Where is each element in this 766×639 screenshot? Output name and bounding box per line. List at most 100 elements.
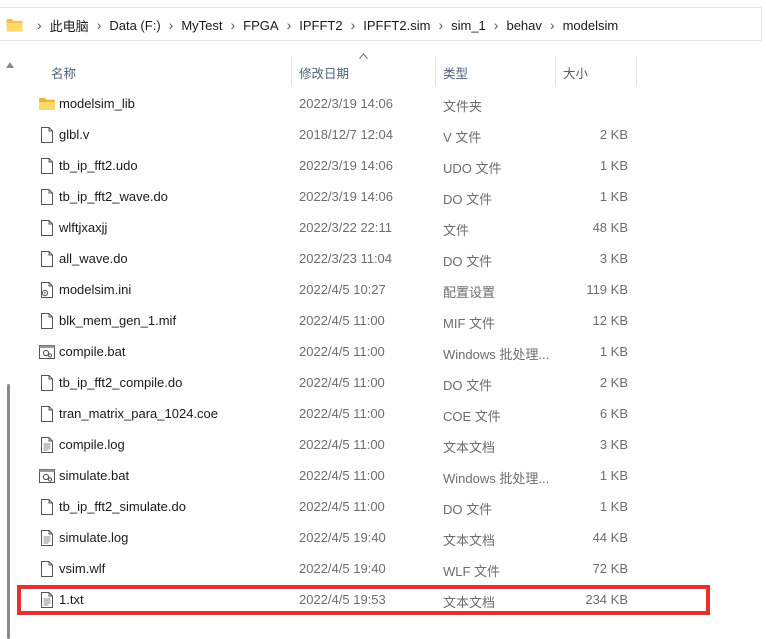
- file-name[interactable]: modelsim_lib: [59, 96, 135, 111]
- breadcrumb-item-ipfft2[interactable]: IPFFT2: [299, 18, 342, 33]
- breadcrumb-item-this-pc[interactable]: 此电脑: [50, 16, 89, 35]
- column-divider[interactable]: [555, 56, 556, 86]
- address-bar[interactable]: › 此电脑 › Data (F:) › MyTest › FPGA › IPFF…: [0, 0, 766, 48]
- file-size: 1 KB: [599, 344, 628, 359]
- chevron-right-icon: ›: [37, 17, 42, 33]
- chevron-right-icon[interactable]: ›: [231, 15, 236, 35]
- file-type: 文本文档: [443, 440, 496, 455]
- chevron-right-icon[interactable]: ›: [287, 15, 292, 35]
- column-header-size[interactable]: 大小: [563, 63, 588, 82]
- file-date: 2022/3/23 11:04: [299, 251, 393, 266]
- breadcrumb-item-fpga[interactable]: FPGA: [243, 18, 278, 33]
- file-date: 2022/4/5 19:40: [299, 530, 386, 545]
- file-type: UDO 文件: [443, 161, 502, 176]
- file-name[interactable]: wlftjxaxjj: [59, 220, 107, 235]
- file-name[interactable]: tb_ip_fft2.udo: [59, 158, 138, 173]
- file-size: 3 KB: [599, 251, 628, 266]
- file-type: 配置设置: [443, 285, 496, 300]
- file-type: DO 文件: [443, 192, 493, 207]
- file-size: 3 KB: [599, 437, 628, 452]
- folder-icon: [38, 95, 56, 113]
- file-row[interactable]: tb_ip_fft2_simulate.do 2022/4/5 11:00 DO 文…: [20, 491, 640, 522]
- batch-file-icon: [38, 467, 56, 485]
- highlight-annotation-box: [17, 585, 710, 615]
- file-size: 48 KB: [592, 220, 628, 235]
- file-row[interactable]: simulate.bat 2022/4/5 11:00 Windows 批处理...…: [20, 460, 640, 491]
- file-size: 1 KB: [599, 189, 628, 204]
- chevron-right-icon[interactable]: ›: [97, 15, 102, 35]
- file-row[interactable]: tb_ip_fft2.udo 2022/3/19 14:06 UDO 文件 1 KB: [20, 150, 640, 181]
- file-name[interactable]: tran_matrix_para_1024.coe: [59, 406, 218, 421]
- scroll-up-arrow-icon[interactable]: [6, 62, 14, 68]
- chevron-right-icon[interactable]: ›: [438, 15, 443, 35]
- chevron-right-icon[interactable]: ›: [351, 15, 356, 35]
- file-date: 2022/4/5 11:00: [299, 468, 385, 483]
- file-date: 2022/4/5 11:00: [299, 437, 385, 452]
- column-divider[interactable]: [636, 56, 637, 86]
- file-row[interactable]: blk_mem_gen_1.mif 2022/4/5 11:00 MIF 文件 12 …: [20, 305, 640, 336]
- file-type: 文本文档: [443, 533, 496, 548]
- file-row[interactable]: glbl.v 2018/12/7 12:04 V 文件 2 KB: [20, 119, 640, 150]
- text-file-icon: [38, 436, 56, 454]
- file-row[interactable]: simulate.log 2022/4/5 19:40 文本文档 44 KB: [20, 522, 640, 553]
- file-date: 2022/4/5 11:00: [299, 406, 385, 421]
- file-row[interactable]: tb_ip_fft2_compile.do 2022/4/5 11:00 DO 文件…: [20, 367, 640, 398]
- breadcrumb-item-sim-1[interactable]: sim_1: [451, 18, 486, 33]
- chevron-right-icon[interactable]: ›: [494, 15, 499, 35]
- breadcrumb-item-ipfft2-sim[interactable]: IPFFT2.sim: [363, 18, 430, 33]
- breadcrumb-item-data-drive[interactable]: Data (F:): [109, 18, 160, 33]
- file-date: 2022/4/5 11:00: [299, 313, 385, 328]
- file-row[interactable]: modelsim_lib 2022/3/19 14:06 文件夹: [20, 88, 640, 119]
- file-size: 1 KB: [599, 468, 628, 483]
- settings-file-icon: [38, 281, 56, 299]
- file-type: 文件: [443, 223, 470, 238]
- file-name[interactable]: tb_ip_fft2_compile.do: [59, 375, 182, 390]
- file-row[interactable]: modelsim.ini 2022/4/5 10:27 配置设置 119 KB: [20, 274, 640, 305]
- file-row[interactable]: tb_ip_fft2_wave.do 2022/3/19 14:06 DO 文件 1 …: [20, 181, 640, 212]
- file-size: 12 KB: [592, 313, 628, 328]
- file-row[interactable]: tran_matrix_para_1024.coe 2022/4/5 11:00 C…: [20, 398, 640, 429]
- file-name[interactable]: tb_ip_fft2_simulate.do: [59, 499, 186, 514]
- file-name[interactable]: blk_mem_gen_1.mif: [59, 313, 176, 328]
- file-type: DO 文件: [443, 254, 493, 269]
- column-header-date[interactable]: 修改日期: [299, 63, 349, 82]
- file-icon: [38, 498, 56, 516]
- file-icon: [38, 560, 56, 578]
- file-name[interactable]: tb_ip_fft2_wave.do: [59, 189, 168, 204]
- file-name[interactable]: compile.log: [59, 437, 125, 452]
- breadcrumb-item-modelsim[interactable]: modelsim: [563, 18, 619, 33]
- file-size: 72 KB: [592, 561, 628, 576]
- chevron-right-icon[interactable]: ›: [550, 15, 555, 35]
- column-divider[interactable]: [435, 56, 436, 86]
- file-size: 6 KB: [599, 406, 628, 421]
- file-name[interactable]: modelsim.ini: [59, 282, 131, 297]
- file-icon: [38, 219, 56, 237]
- scrollbar-thumb[interactable]: [7, 384, 10, 639]
- file-row[interactable]: all_wave.do 2022/3/23 11:04 DO 文件 3 KB: [20, 243, 640, 274]
- column-header-name[interactable]: 名称: [51, 63, 76, 82]
- file-row[interactable]: wlftjxaxjj 2022/3/22 22:11 文件 48 KB: [20, 212, 640, 243]
- vertical-scrollbar[interactable]: [0, 48, 20, 639]
- breadcrumb-item-mytest[interactable]: MyTest: [181, 18, 222, 33]
- file-type: V 文件: [443, 130, 482, 145]
- file-icon: [38, 188, 56, 206]
- file-date: 2022/4/5 19:40: [299, 561, 386, 576]
- file-name[interactable]: simulate.bat: [59, 468, 129, 483]
- folder-icon: [6, 19, 23, 32]
- file-row[interactable]: compile.bat 2022/4/5 11:00 Windows 批处理... 1…: [20, 336, 640, 367]
- file-type: Windows 批处理...: [443, 471, 550, 486]
- file-row[interactable]: compile.log 2022/4/5 11:00 文本文档 3 KB: [20, 429, 640, 460]
- file-name[interactable]: glbl.v: [59, 127, 89, 142]
- file-size: 44 KB: [592, 530, 628, 545]
- file-name[interactable]: simulate.log: [59, 530, 128, 545]
- file-name[interactable]: compile.bat: [59, 344, 125, 359]
- file-row[interactable]: vsim.wlf 2022/4/5 19:40 WLF 文件 72 KB: [20, 553, 640, 584]
- file-icon: [38, 405, 56, 423]
- column-divider[interactable]: [291, 56, 292, 86]
- column-header-type[interactable]: 类型: [443, 63, 468, 82]
- breadcrumb-item-behav[interactable]: behav: [506, 18, 541, 33]
- file-name[interactable]: vsim.wlf: [59, 561, 105, 576]
- file-type: 文件夹: [443, 99, 483, 114]
- file-name[interactable]: all_wave.do: [59, 251, 128, 266]
- chevron-right-icon[interactable]: ›: [169, 15, 174, 35]
